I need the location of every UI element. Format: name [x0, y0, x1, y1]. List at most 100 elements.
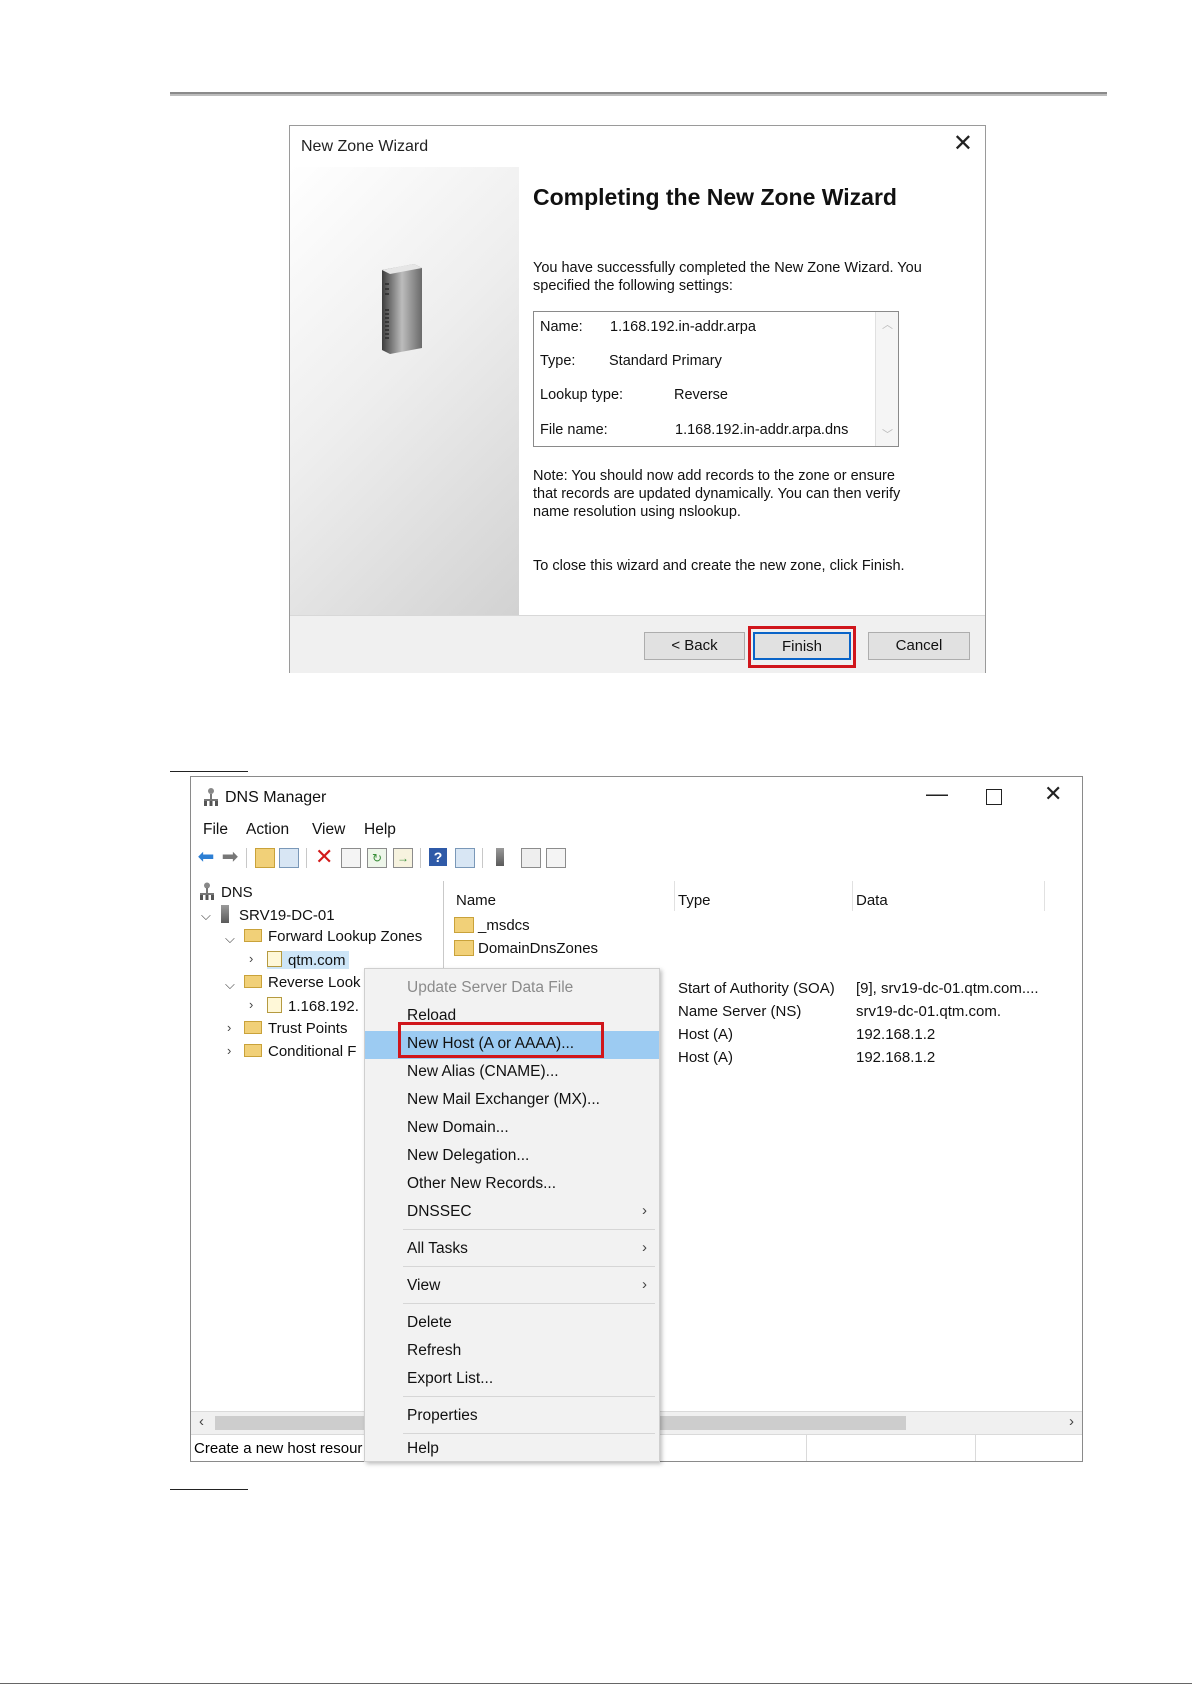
toolbar: ⬅ ➡ ✕ ↻ → ? [191, 844, 1082, 870]
expand-icon[interactable]: › [227, 1043, 231, 1058]
tree-item-dns[interactable]: DNS [199, 882, 253, 901]
properties-icon[interactable] [341, 848, 361, 868]
menu-separator [403, 1303, 655, 1304]
list-item[interactable]: DomainDnsZones [454, 940, 598, 957]
menu-item-label: View [407, 1277, 441, 1294]
list-item[interactable]: _msdcs [454, 917, 530, 934]
collapse-icon[interactable]: ⌵ [225, 977, 235, 993]
record-type[interactable]: Host (A) [678, 1026, 733, 1043]
expand-icon[interactable]: › [249, 951, 253, 966]
show-hide-tree-icon[interactable] [279, 848, 299, 868]
expand-icon[interactable]: › [249, 997, 253, 1012]
menu-item-label: New Alias (CNAME)... [407, 1063, 559, 1080]
scroll-right-icon[interactable]: › [1069, 1413, 1074, 1430]
menu-item-label: New Domain... [407, 1119, 509, 1136]
column-header-type[interactable]: Type [678, 892, 711, 909]
menu-help[interactable]: Help [364, 821, 396, 839]
menu-item-new-mail-exchanger[interactable]: New Mail Exchanger (MX)... [365, 1087, 659, 1115]
tree-item-server[interactable]: SRV19-DC-01 [221, 905, 335, 924]
status-separator [806, 1435, 807, 1461]
help-icon[interactable]: ? [429, 848, 447, 866]
menu-item-new-delegation[interactable]: New Delegation... [365, 1143, 659, 1171]
folder-icon [244, 1044, 262, 1057]
scroll-left-icon[interactable]: ‹ [199, 1413, 204, 1430]
minimize-icon[interactable]: — [926, 781, 948, 807]
tree-label: Conditional F [268, 1043, 357, 1060]
list-icon[interactable] [521, 848, 541, 868]
intro-line: You have successfully completed the New … [533, 260, 922, 276]
setting-label: Name: [540, 319, 583, 335]
expand-icon[interactable]: › [227, 1020, 231, 1035]
menu-file[interactable]: File [203, 821, 228, 839]
record-type[interactable]: Start of Authority (SOA) [678, 980, 835, 997]
submenu-arrow-icon: › [642, 1276, 647, 1293]
column-separator[interactable] [1044, 881, 1045, 911]
menu-item-label: Update Server Data File [407, 979, 574, 996]
menu-item-help[interactable]: Help [365, 1436, 659, 1464]
menu-item-label: Other New Records... [407, 1175, 557, 1192]
setting-label: Type: [540, 353, 576, 369]
menu-item-delete[interactable]: Delete [365, 1310, 659, 1338]
note-line: that records are updated dynamically. Yo… [533, 486, 901, 502]
tree-item-reverse-zone[interactable]: 1.168.192. [267, 997, 359, 1015]
menu-item-refresh[interactable]: Refresh [365, 1338, 659, 1366]
setting-label: File name: [540, 422, 608, 438]
menu-item-new-alias[interactable]: New Alias (CNAME)... [365, 1059, 659, 1087]
close-icon[interactable]: ✕ [953, 132, 973, 156]
toolbar-separator [420, 848, 421, 868]
column-header-name[interactable]: Name [456, 892, 496, 909]
menu-separator [403, 1229, 655, 1230]
menu-item-new-domain[interactable]: New Domain... [365, 1115, 659, 1143]
note-text: Note: You should now add records to the … [533, 467, 953, 521]
collapse-icon[interactable]: ⌵ [225, 931, 235, 947]
column-separator[interactable] [852, 881, 853, 911]
bottom-rule [0, 1683, 1192, 1684]
tree-item-forward-lookup-zones[interactable]: Forward Lookup Zones [244, 928, 422, 945]
menu-item-label: Export List... [407, 1370, 494, 1387]
column-header-data[interactable]: Data [856, 892, 888, 909]
back-button[interactable]: < Back [644, 632, 745, 660]
maximize-icon[interactable] [986, 789, 1002, 805]
menu-item-all-tasks[interactable]: All Tasks › [365, 1236, 659, 1264]
tree-label: qtm.com [288, 952, 346, 969]
export-list-icon[interactable]: → [393, 848, 413, 868]
forward-arrow-icon[interactable]: ➡ [221, 847, 239, 867]
caption-rule [170, 771, 248, 772]
menu-item-properties[interactable]: Properties [365, 1403, 659, 1431]
column-separator[interactable] [674, 881, 675, 911]
collapse-icon[interactable]: ⌵ [201, 908, 211, 924]
menu-item-other-new-records[interactable]: Other New Records... [365, 1171, 659, 1199]
cancel-button[interactable]: Cancel [868, 632, 970, 660]
back-arrow-icon[interactable]: ⬅ [197, 847, 215, 867]
tree-label: SRV19-DC-01 [239, 907, 335, 924]
settings-scrollbar[interactable]: ︿ ﹀ [875, 312, 898, 446]
tree-item-qtm-com[interactable]: qtm.com [267, 951, 349, 969]
delete-icon[interactable]: ✕ [315, 846, 333, 868]
tree-item-reverse-lookup-zones[interactable]: Reverse Look [244, 974, 361, 991]
intro-text: You have successfully completed the New … [533, 259, 953, 295]
finish-button[interactable]: Finish [753, 632, 851, 660]
toolbar-separator [306, 848, 307, 868]
menu-action[interactable]: Action [246, 821, 289, 839]
scroll-up-icon[interactable]: ︿ [882, 316, 893, 332]
up-folder-icon[interactable] [255, 848, 275, 868]
record-type[interactable]: Name Server (NS) [678, 1003, 801, 1020]
menu-item-dnssec[interactable]: DNSSEC › [365, 1199, 659, 1227]
menu-item-label: Properties [407, 1407, 478, 1424]
menu-item-view[interactable]: View › [365, 1273, 659, 1301]
record-type[interactable]: Host (A) [678, 1049, 733, 1066]
filter-icon[interactable] [546, 848, 566, 868]
menu-item-update-server-data-file[interactable]: Update Server Data File [365, 975, 659, 1003]
folder-icon [454, 940, 474, 956]
menu-view[interactable]: View [312, 821, 345, 839]
setting-value: 1.168.192.in-addr.arpa [610, 319, 756, 335]
action-pane-icon[interactable] [455, 848, 475, 868]
scroll-down-icon[interactable]: ﹀ [882, 426, 893, 442]
tree-item-trust-points[interactable]: Trust Points [244, 1020, 347, 1037]
menu-item-export-list[interactable]: Export List... [365, 1366, 659, 1394]
dns-app-icon [204, 788, 218, 806]
server-icon[interactable] [496, 848, 504, 866]
tree-item-conditional-forwarders[interactable]: Conditional F [244, 1043, 356, 1060]
close-icon[interactable]: ✕ [1044, 781, 1062, 807]
refresh-icon[interactable]: ↻ [367, 848, 387, 868]
